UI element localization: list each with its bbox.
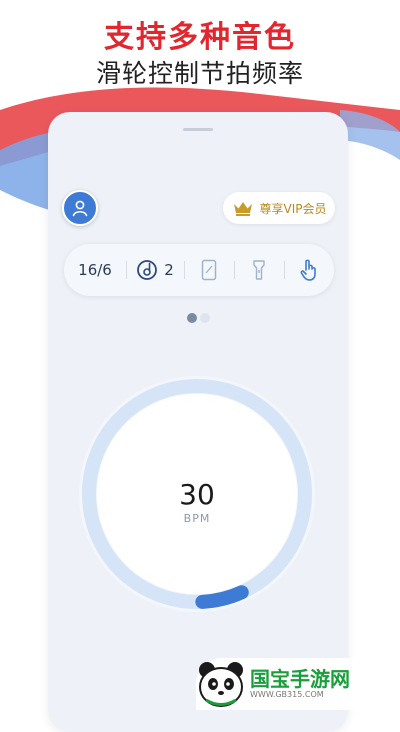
screen-icon <box>201 259 217 281</box>
toolbar: 16/6 2 <box>64 244 334 296</box>
beat-count-button[interactable]: 2 <box>126 244 184 296</box>
screen-flash-button[interactable] <box>184 244 234 296</box>
beat-count-value: 2 <box>164 261 174 279</box>
bpm-unit: BPM <box>183 512 211 525</box>
page-dot-1[interactable] <box>187 313 197 323</box>
flashlight-icon <box>253 260 265 280</box>
bpm-dial[interactable]: 30 BPM <box>77 374 317 614</box>
watermark-url: WWW.GB315.COM <box>250 690 324 699</box>
phone-frame: 尊享VIP会员 16/6 2 30 BPM <box>48 112 348 732</box>
page-indicator <box>187 313 210 323</box>
watermark: 国宝手游网 WWW.GB315.COM <box>196 658 400 710</box>
vip-button[interactable]: 尊享VIP会员 <box>223 192 335 224</box>
metronome-icon <box>137 260 158 280</box>
avatar-button[interactable] <box>62 190 98 226</box>
bpm-value: 30 <box>179 478 215 511</box>
phone-speaker <box>183 128 213 131</box>
time-signature-button[interactable]: 16/6 <box>64 244 126 296</box>
page-dot-2[interactable] <box>200 313 210 323</box>
promo-title: 支持多种音色 <box>104 20 296 55</box>
user-icon <box>72 200 88 217</box>
panda-logo-icon <box>199 662 243 707</box>
vip-label: 尊享VIP会员 <box>259 201 327 216</box>
tap-icon <box>300 259 316 281</box>
crown-icon <box>233 202 252 216</box>
tap-tempo-button[interactable] <box>284 244 334 296</box>
flashlight-button[interactable] <box>234 244 284 296</box>
watermark-name: 国宝手游网 <box>250 667 350 691</box>
time-signature-value: 16/6 <box>78 261 112 279</box>
